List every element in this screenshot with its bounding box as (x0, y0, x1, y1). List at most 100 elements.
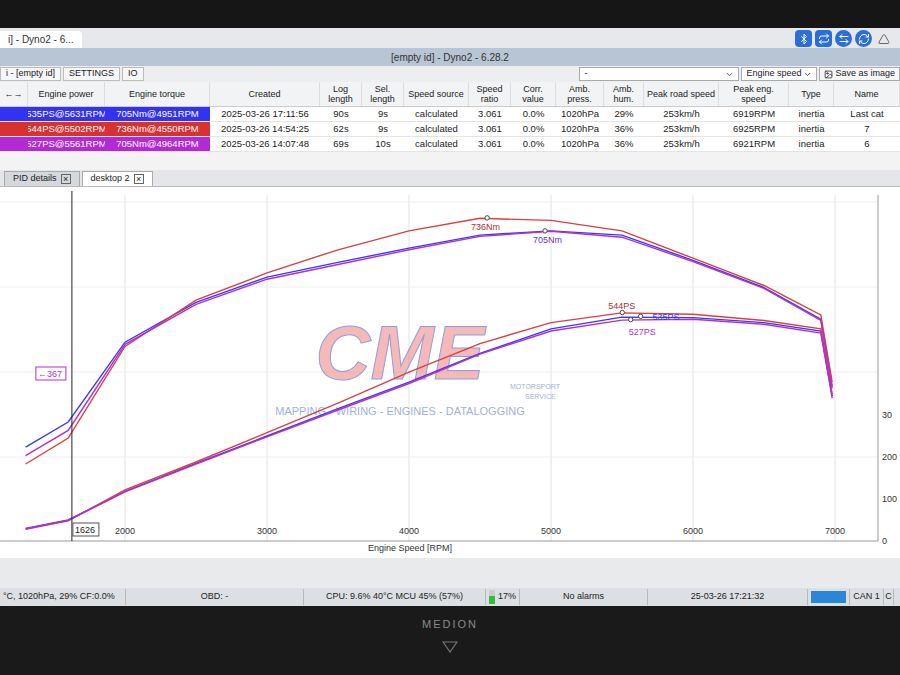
status-item (808, 589, 850, 605)
os-tab-bar: i] - Dyno2 - 6... (0, 28, 900, 48)
table-cell: calculated (404, 122, 469, 136)
column-header[interactable]: Engine torque (105, 82, 210, 106)
repeat-icon[interactable] (815, 30, 832, 47)
meter-fill (489, 596, 495, 604)
x-axis-title: Engine Speed [RPM] (368, 543, 452, 553)
table-row[interactable]: 527PS@5561RPM705Nm@4964RPM2025-03-26 14:… (0, 137, 900, 152)
toolbar: i - [empty id]SETTINGSIO -Engine speedSav… (0, 66, 900, 82)
table-cell: 0.0% (511, 122, 556, 136)
tab-close-button[interactable]: × (61, 174, 71, 184)
axis-select[interactable]: Engine speed (741, 67, 817, 81)
svg-text:MOTORSPORT: MOTORSPORT (510, 383, 561, 390)
column-header[interactable]: Speed ratio (469, 82, 511, 106)
svg-text:705Nm: 705Nm (533, 235, 562, 245)
table-cell: 527PS@5561RPM (28, 137, 105, 151)
cursor-value: ←367 (36, 367, 66, 380)
status-item: CPU: 9.6% 40°C MCU 45% (57%) (304, 589, 486, 605)
y-tick: 30 (882, 410, 892, 420)
tab-close-button[interactable]: × (134, 174, 144, 184)
status-item: No alarms (520, 589, 648, 605)
chevron-icon (803, 70, 812, 79)
bluetooth-icon[interactable] (795, 30, 812, 47)
peak-marker: 535PS (638, 312, 679, 322)
column-header[interactable]: Speed source (404, 82, 469, 106)
table-cell: 29% (604, 107, 644, 121)
eject-icon[interactable] (875, 30, 892, 47)
bottom-bezel: MEDION (0, 606, 900, 675)
window-tab[interactable]: i] - Dyno2 - 6... (0, 31, 82, 48)
peak-marker: 527PS (628, 317, 655, 336)
dyno-chart[interactable]: CMEMAPPING - WIRING - ENGINES - DATALOGG… (0, 187, 900, 558)
column-header[interactable]: Log length (320, 82, 362, 106)
cursor-line[interactable] (71, 191, 72, 541)
save-image-button[interactable]: Save as image (819, 67, 900, 81)
svg-text:535PS: 535PS (653, 312, 680, 322)
table-cell: 2025-03-26 14:54:25 (210, 122, 320, 136)
table-cell: Last cat (834, 107, 900, 121)
table-row[interactable]: 544PS@5502RPM736Nm@4550RPM2025-03-26 14:… (0, 122, 900, 137)
table-cell: calculated (404, 137, 469, 151)
svg-text:527PS: 527PS (629, 327, 656, 337)
table-cell: 9s (362, 122, 404, 136)
svg-text:SERVICE: SERVICE (525, 393, 556, 400)
column-header[interactable]: Peak road speed (644, 82, 719, 106)
column-header[interactable]: Type (789, 82, 834, 106)
table-header: ←→Engine powerEngine torqueCreatedLog le… (0, 82, 900, 107)
status-led (811, 591, 846, 603)
column-header[interactable]: Peak eng. speed (719, 82, 789, 106)
svg-text:1626: 1626 (75, 525, 95, 535)
row-color (0, 122, 28, 136)
column-header[interactable]: Amb. press. (556, 82, 604, 106)
view-tab[interactable]: PID details× (4, 171, 80, 186)
column-header[interactable]: Sel. length (362, 82, 404, 106)
x-tick: 2000 (115, 526, 135, 536)
table-cell: calculated (404, 107, 469, 121)
toolbar-button[interactable]: SETTINGS (63, 67, 120, 81)
column-header[interactable]: Engine power (28, 82, 105, 106)
svg-text:736Nm: 736Nm (471, 222, 500, 232)
cursor-rpm: 1626 (73, 523, 99, 536)
table-cell: 544PS@5502RPM (28, 122, 105, 136)
transfer-icon[interactable] (835, 30, 852, 47)
column-header[interactable]: ←→ (0, 82, 28, 106)
app: i] - Dyno2 - 6...[empty id] - Dyno2 - 6.… (0, 0, 900, 675)
toolbar-button[interactable]: i - [empty id] (0, 67, 61, 81)
status-item: OBD: - (126, 589, 304, 605)
sync-icon[interactable] (855, 30, 872, 47)
power-button-icon[interactable] (442, 641, 458, 653)
peak-marker: 705Nm (533, 229, 562, 245)
screen: i] - Dyno2 - 6...[empty id] - Dyno2 - 6.… (0, 28, 900, 606)
view-tab[interactable]: desktop 2× (82, 171, 153, 186)
top-bezel (0, 0, 900, 28)
meter-track (489, 590, 495, 604)
y-tick: 100 (882, 494, 897, 504)
x-tick: 6000 (683, 526, 703, 536)
run-select[interactable]: - (579, 67, 739, 81)
view-tabs: PID details×desktop 2× (0, 170, 900, 187)
column-header[interactable]: Created (210, 82, 320, 106)
table-cell: 90s (320, 107, 362, 121)
status-item: 25-03-26 17:21:32 (648, 589, 808, 605)
peak-marker: 736Nm (471, 216, 500, 232)
table-row[interactable]: 535PS@5631RPM705Nm@4951RPM2025-03-26 17:… (0, 107, 900, 122)
table-cell: 6 (834, 137, 900, 151)
svg-text:CME: CME (316, 310, 487, 395)
table-cell: inertia (789, 122, 834, 136)
table-cell: 253km/h (644, 137, 719, 151)
toolbar-button[interactable]: IO (122, 67, 144, 81)
table-cell: 36% (604, 137, 644, 151)
table-cell: 6921RPM (719, 137, 789, 151)
table-cell: 253km/h (644, 107, 719, 121)
series (26, 231, 833, 529)
column-header[interactable]: Amb. hum. (604, 82, 644, 106)
table-cell: 1020hPa (556, 122, 604, 136)
table-cell: 253km/h (644, 122, 719, 136)
column-header[interactable]: Corr. value (511, 82, 556, 106)
table-cell: 2025-03-26 14:07:48 (210, 137, 320, 151)
column-header[interactable]: Name (834, 82, 900, 106)
status-item: °C, 1020hPa, 29% CF:0.0% (0, 589, 126, 605)
table-cell: 535PS@5631RPM (28, 107, 105, 121)
x-tick: 4000 (399, 526, 419, 536)
table-cell: 2025-03-26 17:11:56 (210, 107, 320, 121)
table-cell: inertia (789, 107, 834, 121)
